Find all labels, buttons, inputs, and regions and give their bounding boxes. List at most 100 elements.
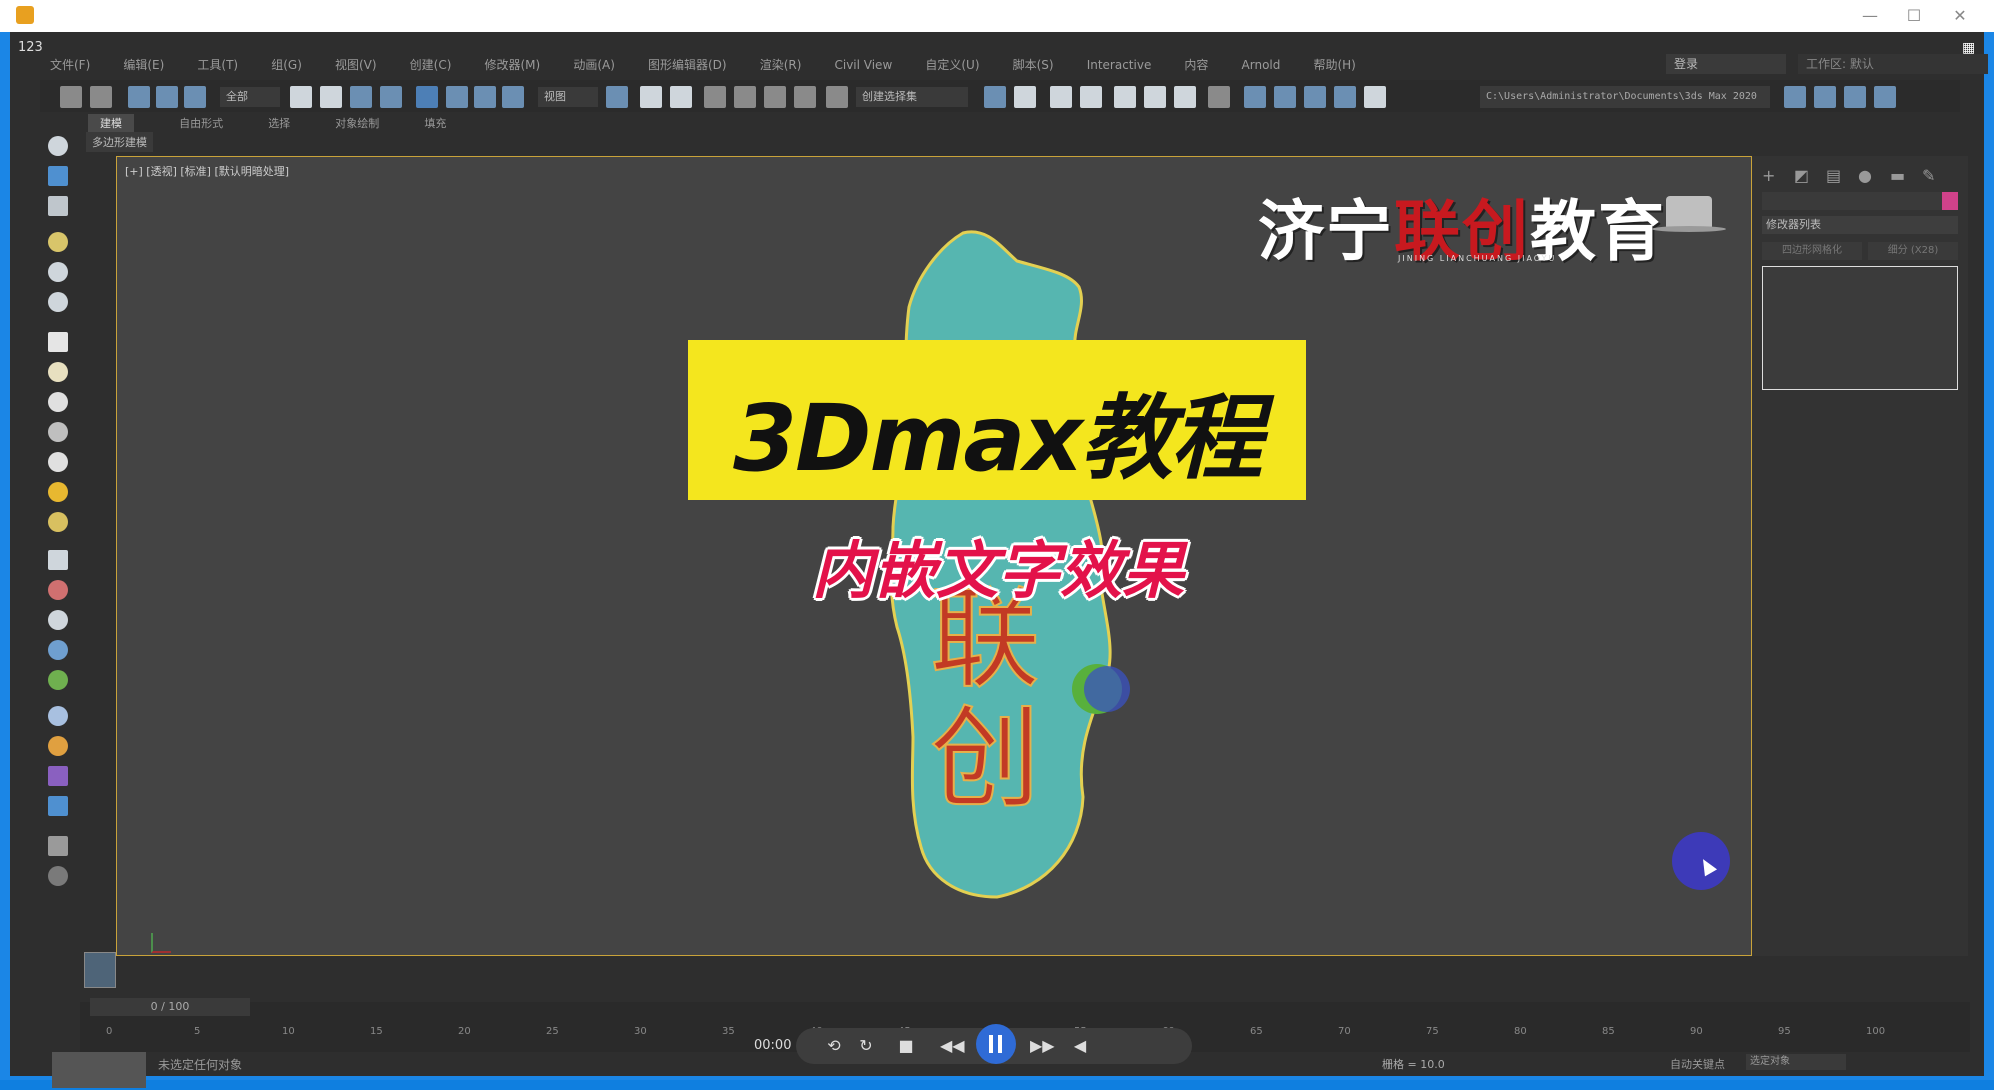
quadify-mesh-button[interactable]: 四边形网格化	[1762, 242, 1862, 260]
select-by-name-icon[interactable]	[320, 86, 342, 108]
motion-tab-icon[interactable]: ●	[1858, 166, 1872, 185]
minimize-button[interactable]: —	[1850, 4, 1890, 28]
place-icon[interactable]	[502, 86, 524, 108]
render-frame-icon[interactable]	[1274, 86, 1296, 108]
menu-tools[interactable]: 工具(T)	[197, 54, 238, 76]
close-button[interactable]: ✕	[1940, 4, 1980, 28]
menu-civil-view[interactable]: Civil View	[834, 54, 892, 76]
teapot-icon[interactable]	[48, 422, 68, 442]
project-path[interactable]: C:\Users\Administrator\Documents\3ds Max…	[1480, 86, 1770, 108]
volume-icon[interactable]: ◀	[1070, 1036, 1090, 1056]
menu-rendering[interactable]: 渲染(R)	[760, 54, 802, 76]
mirror-icon[interactable]	[984, 86, 1006, 108]
tab-modeling[interactable]: 建模	[88, 114, 134, 134]
create-tab-icon[interactable]: +	[1762, 166, 1775, 185]
login-dropdown[interactable]: 登录	[1666, 54, 1786, 74]
rig-icon[interactable]	[48, 610, 68, 630]
motion-icon[interactable]	[48, 292, 68, 312]
menu-file[interactable]: 文件(F)	[50, 54, 90, 76]
display-icon[interactable]	[48, 196, 68, 216]
scale-icon[interactable]	[474, 86, 496, 108]
viewport-icon[interactable]	[48, 166, 68, 186]
project-folder-icon[interactable]	[1784, 86, 1806, 108]
move-icon[interactable]	[416, 86, 438, 108]
grid-layout-icon[interactable]	[1364, 86, 1386, 108]
half-sphere-icon[interactable]	[48, 362, 68, 382]
curve-editor-icon[interactable]	[1144, 86, 1166, 108]
undo-icon[interactable]	[60, 86, 82, 108]
link-icon[interactable]	[128, 86, 150, 108]
modify-tab-icon[interactable]: ◩	[1794, 166, 1809, 185]
bind-spacewarp-icon[interactable]	[184, 86, 206, 108]
select-manipulate-icon[interactable]	[640, 86, 662, 108]
tab-freeform[interactable]: 自由形式	[179, 114, 223, 134]
window-crossing-icon[interactable]	[380, 86, 402, 108]
render-production-icon[interactable]	[1304, 86, 1326, 108]
key-filter-dropdown[interactable]: 选定对象	[1746, 1054, 1846, 1070]
shader-icon[interactable]	[48, 766, 68, 786]
object-name-field[interactable]	[1762, 192, 1948, 210]
align-icon[interactable]	[1014, 86, 1036, 108]
menu-content[interactable]: 内容	[1184, 54, 1208, 76]
utility-icon[interactable]	[48, 836, 68, 856]
keyboard-shortcut-icon[interactable]	[670, 86, 692, 108]
menu-scripting[interactable]: 脚本(S)	[1013, 54, 1054, 76]
grid-plane-icon[interactable]	[48, 550, 68, 570]
utilities-tab-icon[interactable]: ✎	[1922, 166, 1935, 185]
modifier-list-dropdown[interactable]: 修改器列表	[1762, 216, 1958, 234]
display-tab-icon[interactable]: ▬	[1890, 166, 1905, 185]
box-icon[interactable]	[48, 332, 68, 352]
rewind-icon[interactable]: ◀◀	[940, 1036, 965, 1056]
workspace-dropdown[interactable]: 工作区: 默认	[1798, 54, 1988, 74]
render-cloud-icon[interactable]	[1334, 86, 1356, 108]
snap-toggle-icon[interactable]	[704, 86, 726, 108]
select-object-icon[interactable]	[290, 86, 312, 108]
globe-icon[interactable]	[48, 640, 68, 660]
rect-selection-icon[interactable]	[350, 86, 372, 108]
loop-icon[interactable]: ⟲	[824, 1036, 844, 1056]
material-sphere-icon[interactable]	[48, 706, 68, 726]
subdivide-button[interactable]: 细分 (X28)	[1868, 242, 1958, 260]
menu-graph-editors[interactable]: 图形编辑器(D)	[648, 54, 727, 76]
maximize-button[interactable]: ☐	[1894, 4, 1934, 28]
viewcube-mini[interactable]	[84, 952, 116, 988]
menu-create[interactable]: 创建(C)	[410, 54, 452, 76]
sphere-icon[interactable]	[48, 392, 68, 412]
fast-forward-icon[interactable]: ▶▶	[1030, 1036, 1055, 1056]
hierarchy-tab-icon[interactable]: ▤	[1826, 166, 1841, 185]
ribbon-toggle-icon[interactable]	[1114, 86, 1136, 108]
maxscript-listener[interactable]	[52, 1052, 146, 1088]
menu-modifiers[interactable]: 修改器(M)	[485, 54, 541, 76]
layer-explorer-icon[interactable]	[1080, 86, 1102, 108]
stop-icon[interactable]: ■	[896, 1036, 916, 1056]
plant-icon[interactable]	[48, 670, 68, 690]
schematic-view-icon[interactable]	[1174, 86, 1196, 108]
layout-grid-icon[interactable]: ▦	[1962, 40, 1975, 56]
rotate-icon[interactable]	[446, 86, 468, 108]
help-icon[interactable]	[48, 866, 68, 886]
cone-icon[interactable]	[48, 452, 68, 472]
unlink-icon[interactable]	[156, 86, 178, 108]
menu-arnold[interactable]: Arnold	[1242, 54, 1281, 76]
spinner-snap-icon[interactable]	[794, 86, 816, 108]
render-setup-icon[interactable]	[1244, 86, 1266, 108]
named-selection-dropdown[interactable]: 创建选择集	[856, 87, 968, 107]
pivot-icon[interactable]	[606, 86, 628, 108]
object-color-swatch[interactable]	[1942, 192, 1958, 210]
replay-icon[interactable]: ↻	[856, 1036, 876, 1056]
reference-coord-dropdown[interactable]: 视图	[538, 87, 598, 107]
edit-named-selection-icon[interactable]	[826, 86, 848, 108]
menu-help[interactable]: 帮助(H)	[1313, 54, 1355, 76]
ball-icon[interactable]	[48, 512, 68, 532]
render-icon[interactable]	[48, 796, 68, 816]
polygon-modeling-label[interactable]: 多边形建模	[86, 132, 153, 152]
eye-icon[interactable]	[48, 136, 68, 156]
auto-key-button[interactable]: 自动关键点	[1670, 1056, 1725, 1072]
new-folder-icon[interactable]	[1874, 86, 1896, 108]
hierarchy-icon[interactable]	[48, 262, 68, 282]
tab-populate[interactable]: 填充	[424, 114, 446, 134]
open-folder-icon[interactable]	[1814, 86, 1836, 108]
selection-filter-dropdown[interactable]: 全部	[220, 87, 280, 107]
pause-button[interactable]	[976, 1024, 1016, 1064]
redo-icon[interactable]	[90, 86, 112, 108]
